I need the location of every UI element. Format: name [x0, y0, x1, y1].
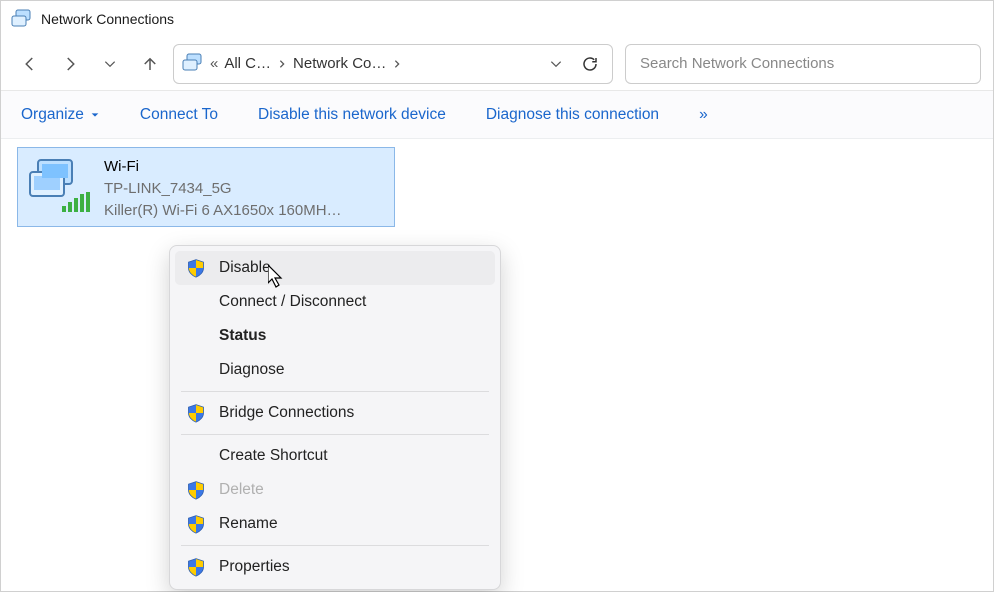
recent-locations-button[interactable]	[93, 47, 127, 81]
connect-to-button[interactable]: Connect To	[140, 106, 218, 124]
up-button[interactable]	[133, 47, 167, 81]
content-area: Wi-Fi TP-LINK_7434_5G Killer(R) Wi-Fi 6 …	[1, 139, 993, 235]
refresh-button[interactable]	[576, 50, 604, 78]
menu-separator	[181, 391, 489, 392]
menu-item-properties[interactable]: Properties	[175, 550, 495, 584]
menu-item-bridge-connections[interactable]: Bridge Connections	[175, 396, 495, 430]
nav-row: « All C… Network Co… Search Network Conn…	[1, 37, 993, 91]
address-icon	[182, 52, 204, 76]
menu-item-status[interactable]: Status	[175, 319, 495, 353]
organize-menu[interactable]: Organize	[21, 106, 100, 124]
window-title: Network Connections	[41, 11, 174, 27]
title-bar: Network Connections	[1, 1, 993, 37]
forward-button[interactable]	[53, 47, 87, 81]
shield-icon	[183, 257, 209, 279]
shield-icon	[183, 479, 209, 501]
menu-item-create-shortcut[interactable]: Create Shortcut	[175, 439, 495, 473]
toolbar-overflow-button[interactable]: »	[699, 106, 708, 124]
shield-icon	[183, 513, 209, 535]
shield-icon	[183, 402, 209, 424]
context-menu: Disable Connect / Disconnect Status Diag…	[169, 245, 501, 590]
adapter-name: Wi-Fi	[104, 156, 384, 178]
breadcrumb-segment-1[interactable]: Network Co…	[293, 55, 402, 72]
back-button[interactable]	[13, 47, 47, 81]
search-placeholder: Search Network Connections	[640, 55, 834, 72]
address-bar[interactable]: « All C… Network Co…	[173, 44, 613, 84]
breadcrumb-segment-0[interactable]: All C…	[224, 55, 287, 72]
command-bar: Organize Connect To Disable this network…	[1, 91, 993, 139]
app-icon	[11, 8, 33, 31]
adapter-icon	[28, 156, 94, 218]
menu-item-disable[interactable]: Disable	[175, 251, 495, 285]
menu-item-delete: Delete	[175, 473, 495, 507]
breadcrumb-overflow[interactable]: «	[210, 55, 218, 72]
disable-device-button[interactable]: Disable this network device	[258, 106, 446, 124]
address-history-button[interactable]	[542, 50, 570, 78]
adapter-ssid: TP-LINK_7434_5G	[104, 178, 384, 200]
menu-item-connect-disconnect[interactable]: Connect / Disconnect	[175, 285, 495, 319]
menu-item-diagnose[interactable]: Diagnose	[175, 353, 495, 387]
menu-separator	[181, 545, 489, 546]
shield-icon	[183, 556, 209, 578]
adapter-hardware: Killer(R) Wi-Fi 6 AX1650x 160MH…	[104, 200, 384, 222]
menu-item-rename[interactable]: Rename	[175, 507, 495, 541]
adapter-tile-wifi[interactable]: Wi-Fi TP-LINK_7434_5G Killer(R) Wi-Fi 6 …	[17, 147, 395, 227]
diagnose-connection-button[interactable]: Diagnose this connection	[486, 106, 659, 124]
menu-separator	[181, 434, 489, 435]
search-input[interactable]: Search Network Connections	[625, 44, 981, 84]
